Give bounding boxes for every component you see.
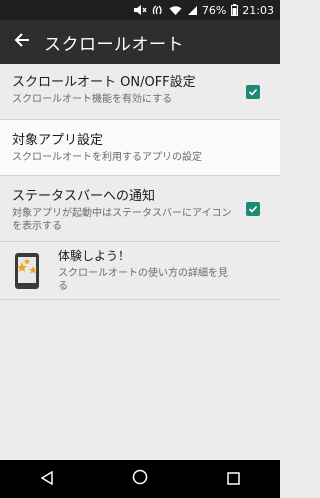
setting-status-bar-notify[interactable]: ステータスバーへの通知 対象アプリが起動中はステータスバーにアイコンを表示する (0, 176, 280, 242)
wifi-icon (169, 5, 182, 16)
setting-subtitle: 対象アプリが起動中はステータスバーにアイコンを表示する (12, 208, 232, 232)
nfc-icon (152, 4, 164, 16)
setting-scroll-auto-toggle[interactable]: スクロールオート ON/OFF設定 スクロールオート機能を有効にする (0, 64, 280, 120)
setting-title: 対象アプリ設定 (12, 133, 104, 148)
setting-title: ステータスバーへの通知 (12, 189, 156, 204)
nav-back-button[interactable] (27, 460, 67, 498)
checkbox-checked-icon[interactable] (246, 84, 260, 99)
setting-subtitle: スクロールオートを利用するアプリの設定 (12, 152, 202, 163)
checkbox-checked-icon[interactable] (246, 201, 260, 216)
nav-back-icon (40, 470, 54, 489)
tablet-stars-icon (12, 252, 42, 290)
setting-title: スクロールオート ON/OFF設定 (12, 75, 196, 90)
experience-subtitle: スクロールオートの使い方の詳細を見る (58, 268, 228, 292)
experience-text: 体験しよう！ スクロールオートの使い方の詳細を見る (58, 248, 234, 293)
experience-title: 体験しよう！ (58, 249, 131, 263)
experience-item[interactable]: 体験しよう！ スクロールオートの使い方の詳細を見る (0, 242, 280, 300)
page-title: スクロールオート (44, 34, 184, 55)
nav-home-icon (132, 469, 148, 489)
nav-home-button[interactable] (120, 460, 160, 498)
mute-icon (133, 4, 147, 16)
setting-target-apps[interactable]: 対象アプリ設定 スクロールオートを利用するアプリの設定 (0, 120, 280, 176)
nav-recent-icon (227, 470, 240, 489)
setting-subtitle: スクロールオート機能を有効にする (12, 94, 173, 105)
navigation-bar (0, 460, 280, 498)
settings-list: スクロールオート ON/OFF設定 スクロールオート機能を有効にする 対象アプリ… (0, 64, 280, 300)
clock: 21:03 (242, 3, 274, 17)
status-bar: 76% 21:03 (0, 0, 280, 20)
nav-recent-button[interactable] (213, 460, 253, 498)
battery-percent: 76% (201, 3, 227, 17)
app-bar: スクロールオート (0, 20, 280, 64)
signal-icon (187, 5, 198, 16)
back-arrow-icon (14, 32, 30, 52)
battery-icon (231, 4, 239, 16)
back-button[interactable] (0, 20, 44, 64)
